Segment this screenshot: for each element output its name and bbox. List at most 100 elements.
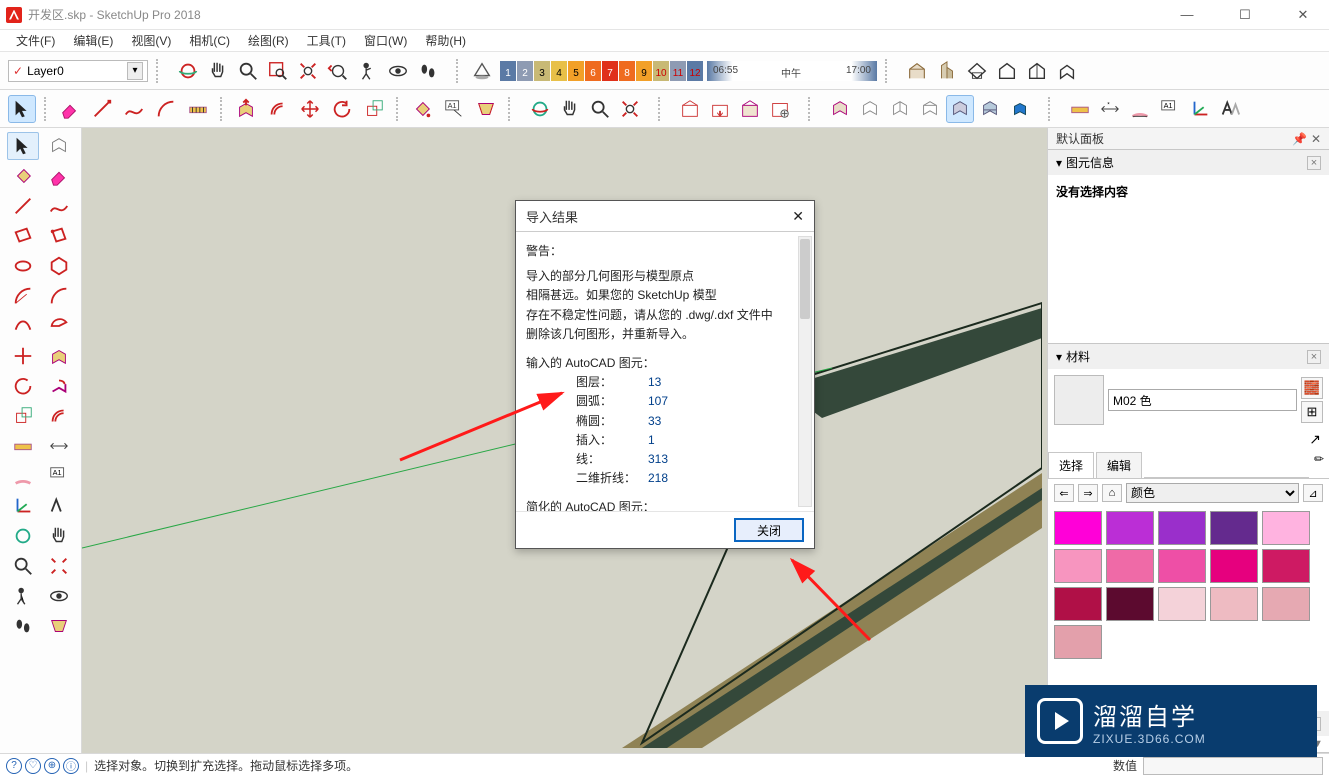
position-cam-tool[interactable] bbox=[7, 582, 39, 610]
entity-info-header[interactable]: ▾ 图元信息× bbox=[1048, 150, 1329, 175]
circle-tool[interactable] bbox=[7, 252, 39, 280]
time-slider[interactable]: 06:55 中午 17:00 bbox=[707, 61, 877, 81]
solid-3-icon[interactable] bbox=[886, 95, 914, 123]
month-3[interactable]: 3 bbox=[534, 61, 550, 81]
month-slider[interactable]: 1 2 3 4 5 6 7 8 9 10 11 12 bbox=[500, 60, 703, 82]
zoom-tool[interactable] bbox=[7, 552, 39, 580]
rotate-icon[interactable] bbox=[328, 95, 356, 123]
swatch[interactable] bbox=[1262, 549, 1310, 583]
materials-header[interactable]: ▾ 材料× bbox=[1048, 344, 1329, 369]
warehouse-icon-3[interactable] bbox=[736, 95, 764, 123]
text-tool-icon[interactable]: A1 bbox=[440, 95, 468, 123]
rotrect-tool[interactable] bbox=[43, 222, 75, 250]
menu-view[interactable]: 视图(V) bbox=[125, 30, 177, 51]
solid-6-icon[interactable] bbox=[976, 95, 1004, 123]
line-tool[interactable] bbox=[7, 192, 39, 220]
month-12[interactable]: 12 bbox=[687, 61, 703, 81]
house-icon-6[interactable] bbox=[1053, 57, 1081, 85]
pie-tool[interactable] bbox=[43, 312, 75, 340]
dialog-close-icon[interactable]: ✕ bbox=[792, 208, 804, 225]
walk-tool[interactable] bbox=[7, 612, 39, 640]
paint-tool[interactable] bbox=[7, 162, 39, 190]
text2-icon[interactable]: A1 bbox=[1156, 95, 1184, 123]
swatch[interactable] bbox=[1158, 587, 1206, 621]
create-material-icon[interactable]: 🧱 bbox=[1301, 377, 1323, 399]
warehouse-icon-1[interactable] bbox=[676, 95, 704, 123]
swatch[interactable] bbox=[1158, 511, 1206, 545]
sample-paint-icon[interactable]: ✏ bbox=[1309, 452, 1329, 478]
swatch[interactable] bbox=[1262, 587, 1310, 621]
material-category-select[interactable]: 颜色 bbox=[1126, 483, 1299, 503]
scale-tool[interactable] bbox=[7, 402, 39, 430]
axes-icon[interactable] bbox=[1186, 95, 1214, 123]
swatch[interactable] bbox=[1054, 511, 1102, 545]
swatch[interactable] bbox=[1210, 587, 1258, 621]
default-material-icon[interactable]: ⊞ bbox=[1301, 401, 1323, 423]
polygon-tool[interactable] bbox=[43, 252, 75, 280]
help-icon[interactable]: ? bbox=[6, 758, 22, 774]
eyedropper-icon[interactable]: ↗ bbox=[1309, 431, 1321, 448]
solid-7-icon[interactable] bbox=[1006, 95, 1034, 123]
section-close-icon[interactable]: × bbox=[1307, 156, 1321, 170]
protractor-tool[interactable] bbox=[7, 462, 39, 490]
swatch[interactable] bbox=[1106, 511, 1154, 545]
close-button[interactable]: ✕ bbox=[1283, 7, 1323, 23]
arc2-tool[interactable] bbox=[43, 282, 75, 310]
month-9[interactable]: 9 bbox=[636, 61, 652, 81]
freehand-icon[interactable] bbox=[120, 95, 148, 123]
month-6[interactable]: 6 bbox=[585, 61, 601, 81]
menu-draw[interactable]: 绘图(R) bbox=[242, 30, 295, 51]
orbit-tool[interactable] bbox=[7, 522, 39, 550]
select-tool[interactable] bbox=[7, 132, 39, 160]
dialog-close-button[interactable]: 关闭 bbox=[734, 518, 804, 542]
swatch[interactable] bbox=[1210, 511, 1258, 545]
eraser-icon[interactable] bbox=[56, 95, 84, 123]
swatch[interactable] bbox=[1158, 549, 1206, 583]
swatch[interactable] bbox=[1210, 549, 1258, 583]
month-5[interactable]: 5 bbox=[568, 61, 584, 81]
house-icon-1[interactable] bbox=[903, 57, 931, 85]
select-tool-icon[interactable] bbox=[8, 95, 36, 123]
scale-icon[interactable] bbox=[360, 95, 388, 123]
nav-fwd-icon[interactable]: ⇒ bbox=[1078, 484, 1098, 502]
swatch[interactable] bbox=[1054, 625, 1102, 659]
tray-title[interactable]: 默认面板 📌✕ bbox=[1048, 128, 1329, 150]
month-2[interactable]: 2 bbox=[517, 61, 533, 81]
nav-home-icon[interactable]: ⌂ bbox=[1102, 484, 1122, 502]
material-swatch[interactable] bbox=[1054, 375, 1104, 425]
pan-hand-icon[interactable] bbox=[556, 95, 584, 123]
menu-help[interactable]: 帮助(H) bbox=[419, 30, 472, 51]
value-input[interactable] bbox=[1143, 757, 1323, 775]
month-1[interactable]: 1 bbox=[500, 61, 516, 81]
move-icon[interactable] bbox=[296, 95, 324, 123]
solid-1-icon[interactable] bbox=[826, 95, 854, 123]
offset-icon[interactable] bbox=[264, 95, 292, 123]
tray-close-icon[interactable]: ✕ bbox=[1311, 132, 1321, 146]
material-name-input[interactable] bbox=[1108, 389, 1297, 411]
offset-tool[interactable] bbox=[43, 402, 75, 430]
house-icon-4[interactable] bbox=[993, 57, 1021, 85]
move-tool[interactable] bbox=[7, 342, 39, 370]
nav-menu-icon[interactable]: ⊿ bbox=[1303, 484, 1323, 502]
swatch[interactable] bbox=[1262, 511, 1310, 545]
menu-edit[interactable]: 编辑(E) bbox=[67, 30, 119, 51]
warehouse-icon-2[interactable] bbox=[706, 95, 734, 123]
month-7[interactable]: 7 bbox=[602, 61, 618, 81]
zoom-extents-icon[interactable] bbox=[294, 57, 322, 85]
solid-2-icon[interactable] bbox=[856, 95, 884, 123]
3dtext-icon[interactable] bbox=[1216, 95, 1244, 123]
zoom-extents2-icon[interactable] bbox=[616, 95, 644, 123]
tape-tool[interactable] bbox=[7, 432, 39, 460]
tab-edit[interactable]: 编辑 bbox=[1096, 452, 1142, 478]
geo-icon[interactable]: ⊕ bbox=[44, 758, 60, 774]
section-close-icon[interactable]: × bbox=[1307, 350, 1321, 364]
rect-tool[interactable] bbox=[7, 222, 39, 250]
dialog-titlebar[interactable]: 导入结果 ✕ bbox=[516, 201, 814, 231]
house-icon-2[interactable] bbox=[933, 57, 961, 85]
minimize-button[interactable]: ― bbox=[1167, 7, 1207, 23]
pan-icon[interactable] bbox=[204, 57, 232, 85]
rotate-tool[interactable] bbox=[7, 372, 39, 400]
line-tool-icon[interactable] bbox=[88, 95, 116, 123]
solid-5-icon[interactable] bbox=[946, 95, 974, 123]
arc-tool-icon[interactable] bbox=[152, 95, 180, 123]
